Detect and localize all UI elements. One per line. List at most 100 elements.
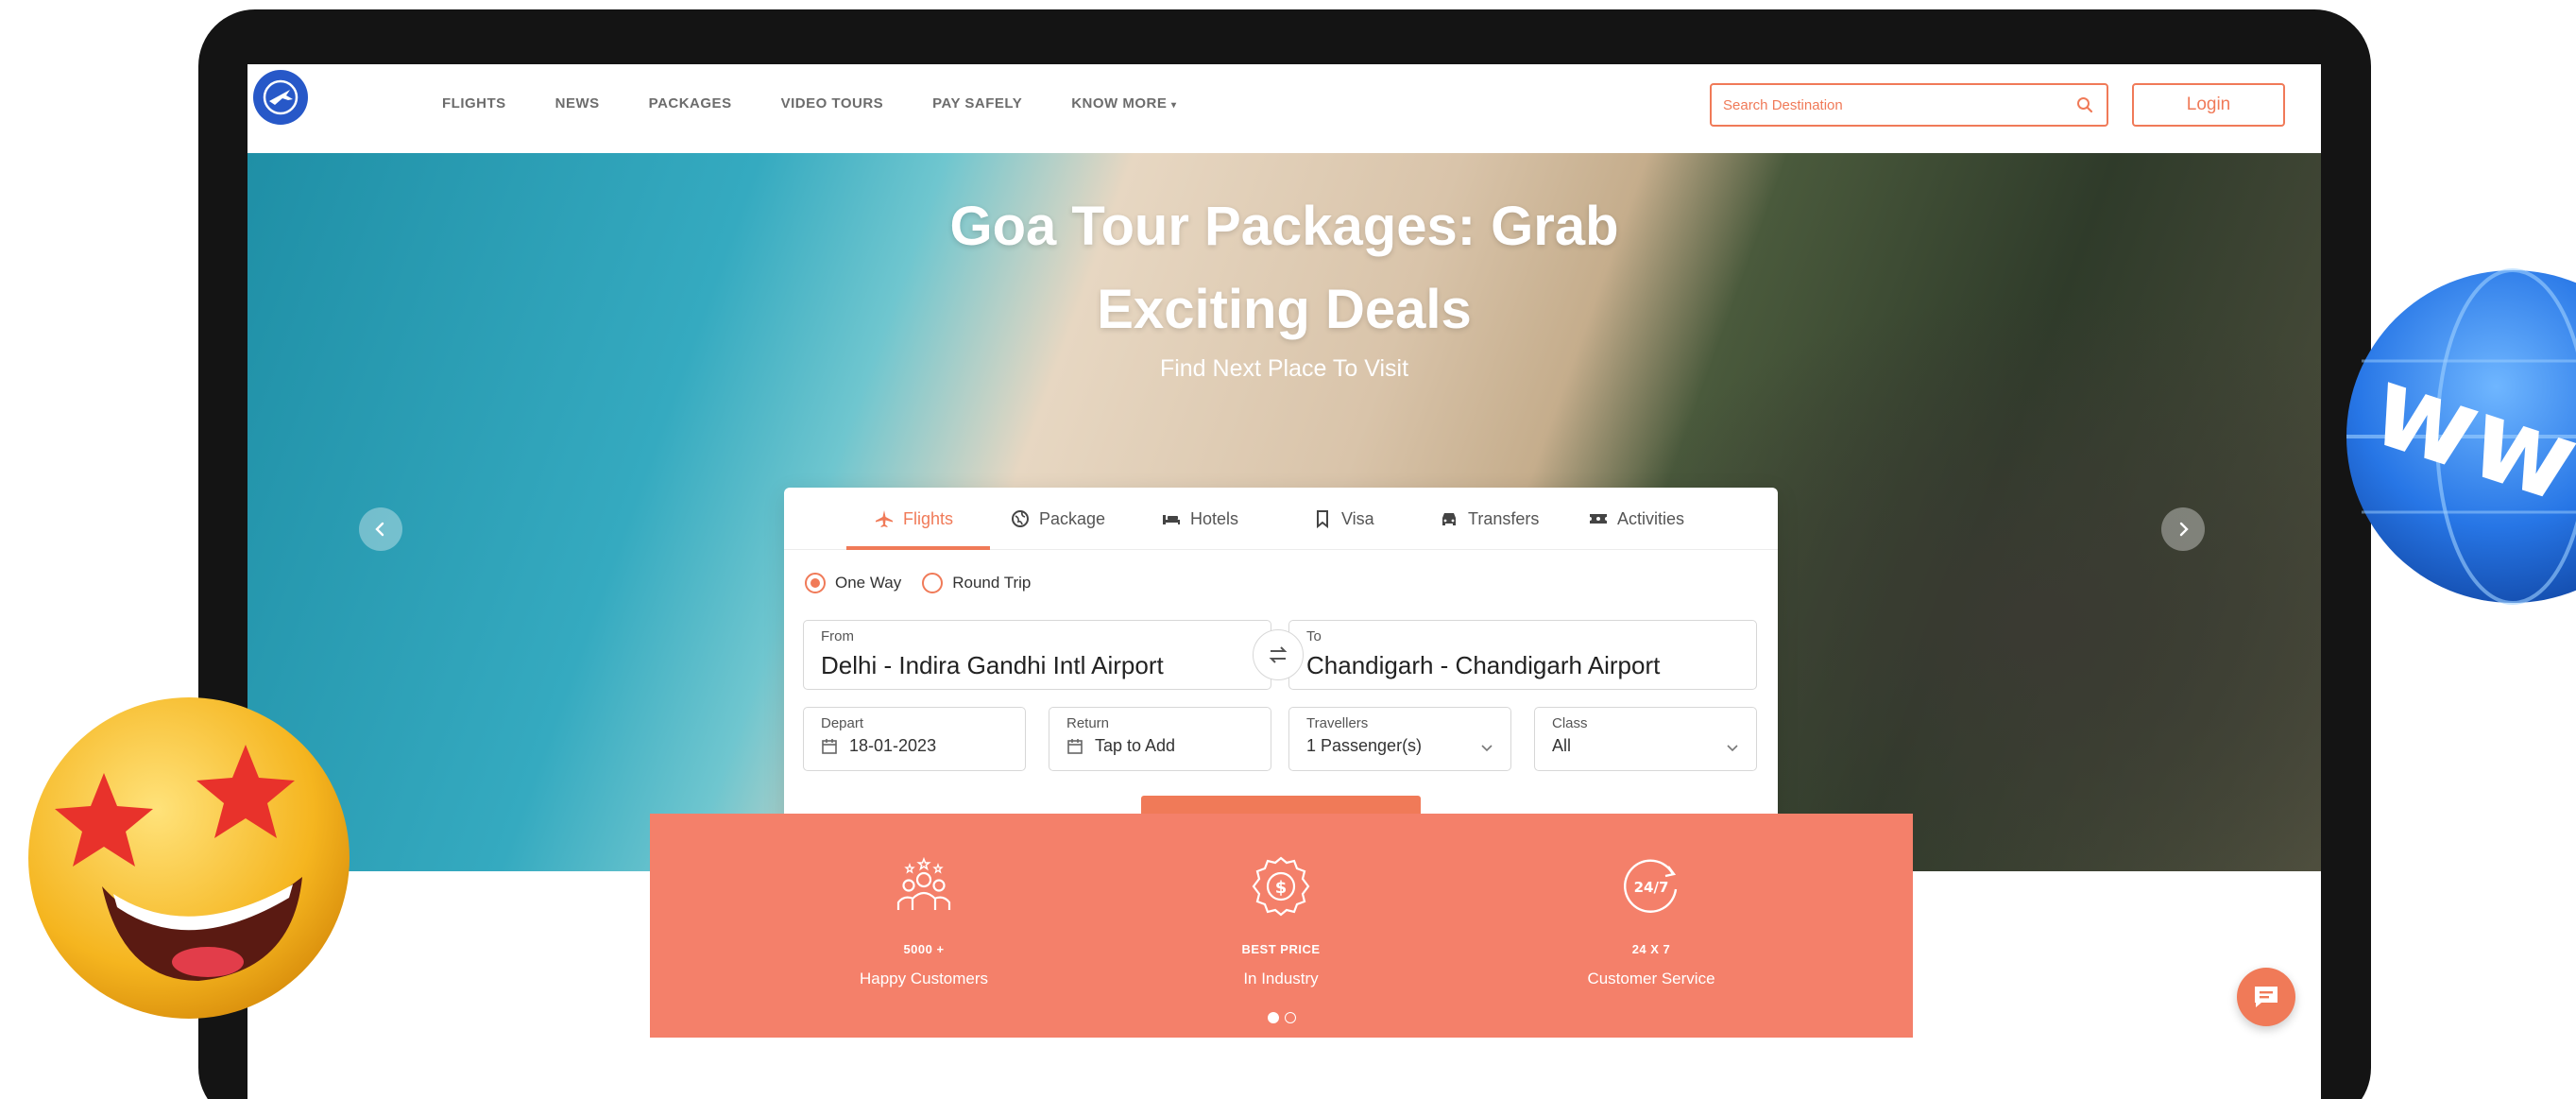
- tab-flights-label: Flights: [903, 508, 954, 528]
- feature-title: 24 X 7: [1631, 942, 1671, 956]
- plane-icon: [875, 509, 894, 528]
- ticket-icon: [1589, 509, 1608, 528]
- radio-checked-icon: [805, 573, 826, 593]
- to-value: Chandigarh - Chandigarh Airport: [1306, 651, 1661, 679]
- hero-title: Goa Tour Packages: Grab Exciting Deals: [247, 185, 2321, 352]
- tab-visa[interactable]: Visa: [1313, 505, 1374, 533]
- tab-hotels[interactable]: Hotels: [1162, 505, 1238, 533]
- destination-search-input[interactable]: [1723, 96, 2074, 113]
- return-field[interactable]: Return Tap to Add: [1049, 707, 1271, 771]
- globe-icon: [1011, 509, 1030, 528]
- travellers-value: 1 Passenger(s): [1306, 736, 1423, 755]
- calendar-icon: [1067, 739, 1083, 754]
- nav-pay-safely[interactable]: PAY SAFELY: [932, 91, 1022, 119]
- nav-know-more[interactable]: KNOW MORE ▾: [1071, 91, 1176, 119]
- caret-down-icon: ▾: [1171, 100, 1177, 111]
- star-struck-emoji-icon: [19, 688, 350, 1019]
- feature-subtitle: In Industry: [1243, 970, 1319, 987]
- depart-label: Depart: [821, 715, 864, 731]
- travellers-select[interactable]: Travellers 1 Passenger(s): [1288, 707, 1511, 771]
- search-icon[interactable]: [2074, 94, 2095, 115]
- www-globe-icon: www: [2343, 266, 2576, 607]
- carousel-next-button[interactable]: [2161, 507, 2205, 551]
- booking-tabs: Flights Package Hotels Visa Transfers Ac…: [784, 488, 1778, 550]
- tab-flights[interactable]: Flights: [875, 505, 953, 533]
- tab-hotels-label: Hotels: [1190, 508, 1239, 528]
- features-band: 5000 + Happy Customers $ BEST PRICE In I…: [650, 814, 1913, 1038]
- carousel-dot-2[interactable]: [1284, 1012, 1296, 1023]
- class-select[interactable]: Class All: [1534, 707, 1757, 771]
- nav-know-more-label: KNOW MORE: [1071, 95, 1168, 112]
- radio-one-way[interactable]: One Way: [805, 573, 901, 593]
- site-header: FLIGHTS NEWS PACKAGES VIDEO TOURS PAY SA…: [247, 64, 2321, 153]
- price-badge-icon: $: [1248, 853, 1314, 919]
- from-label: From: [821, 628, 854, 644]
- chevron-down-icon: [1481, 745, 1493, 752]
- tab-package[interactable]: Package: [1011, 505, 1105, 533]
- carousel-dots: [650, 1012, 1913, 1023]
- trip-type-selector: One Way Round Trip: [805, 573, 1031, 593]
- tab-visa-label: Visa: [1341, 508, 1374, 528]
- carousel-prev-button[interactable]: [359, 507, 402, 551]
- active-tab-indicator: [846, 546, 990, 550]
- nav-video-tours[interactable]: VIDEO TOURS: [781, 91, 884, 119]
- hero-title-line1: Goa Tour Packages: Grab: [949, 196, 1619, 257]
- tab-activities-label: Activities: [1617, 508, 1685, 528]
- calendar-icon: [822, 739, 837, 754]
- feature-subtitle: Customer Service: [1587, 970, 1715, 987]
- tab-activities[interactable]: Activities: [1589, 505, 1684, 533]
- main-nav: FLIGHTS NEWS PACKAGES VIDEO TOURS PAY SA…: [442, 91, 1226, 119]
- feature-happy-customers: 5000 + Happy Customers: [782, 853, 1066, 988]
- car-icon: [1440, 509, 1459, 528]
- travellers-label: Travellers: [1306, 715, 1369, 731]
- feature-title: BEST PRICE: [1241, 942, 1321, 956]
- tab-package-label: Package: [1039, 508, 1106, 528]
- to-label: To: [1306, 628, 1322, 644]
- swap-cities-button[interactable]: [1253, 629, 1304, 680]
- depart-value: 18-01-2023: [849, 736, 937, 755]
- feature-customer-service: 24/7 24 X 7 Customer Service: [1510, 853, 1793, 988]
- nav-flights[interactable]: FLIGHTS: [442, 91, 506, 119]
- carousel-dot-1[interactable]: [1267, 1012, 1279, 1023]
- chevron-down-icon: [1727, 745, 1738, 752]
- chat-bubble-icon: [2255, 987, 2277, 1007]
- from-value: Delhi - Indira Gandhi Intl Airport: [821, 651, 1164, 679]
- return-value: Tap to Add: [1095, 736, 1176, 755]
- radio-round-trip-label: Round Trip: [952, 574, 1032, 592]
- browser-screen: FLIGHTS NEWS PACKAGES VIDEO TOURS PAY SA…: [247, 64, 2321, 1099]
- nav-news[interactable]: NEWS: [555, 91, 600, 119]
- svg-text:$: $: [1275, 878, 1288, 898]
- class-value: All: [1552, 736, 1572, 755]
- feature-best-price: $ BEST PRICE In Industry: [1139, 853, 1423, 988]
- class-label: Class: [1552, 715, 1588, 731]
- hero-title-line2: Exciting Deals: [1097, 279, 1472, 340]
- radio-round-trip[interactable]: Round Trip: [922, 573, 1031, 593]
- booking-widget: Flights Package Hotels Visa Transfers Ac…: [784, 488, 1778, 866]
- swap-arrows-icon: [1269, 646, 1288, 663]
- support-24-7-icon: 24/7: [1618, 853, 1684, 919]
- tab-transfers[interactable]: Transfers: [1440, 505, 1539, 533]
- destination-search: [1710, 83, 2108, 127]
- feature-subtitle: Happy Customers: [859, 970, 989, 987]
- hero-subtitle: Find Next Place To Visit: [1159, 355, 1409, 382]
- return-label: Return: [1066, 715, 1110, 731]
- feature-title: 5000 +: [903, 942, 945, 956]
- chat-button[interactable]: [2237, 968, 2295, 1026]
- site-logo[interactable]: [253, 70, 308, 125]
- plane-logo-icon: [263, 79, 299, 115]
- from-field[interactable]: From Delhi - Indira Gandhi Intl Airport: [803, 620, 1271, 690]
- tab-transfers-label: Transfers: [1468, 508, 1540, 528]
- support-24-7-text: 24/7: [1634, 879, 1669, 896]
- to-field[interactable]: To Chandigarh - Chandigarh Airport: [1288, 620, 1757, 690]
- bookmark-icon: [1313, 509, 1332, 528]
- radio-unchecked-icon: [922, 573, 944, 593]
- hero-banner: Goa Tour Packages: Grab Exciting Deals F…: [247, 153, 2321, 871]
- customers-icon: [891, 853, 957, 919]
- radio-one-way-label: One Way: [835, 574, 902, 592]
- chevron-right-icon: [2179, 522, 2189, 537]
- bed-icon: [1162, 509, 1181, 528]
- depart-field[interactable]: Depart 18-01-2023: [803, 707, 1026, 771]
- chevron-left-icon: [375, 522, 384, 537]
- nav-packages[interactable]: PACKAGES: [649, 91, 732, 119]
- login-button[interactable]: Login: [2132, 83, 2285, 127]
